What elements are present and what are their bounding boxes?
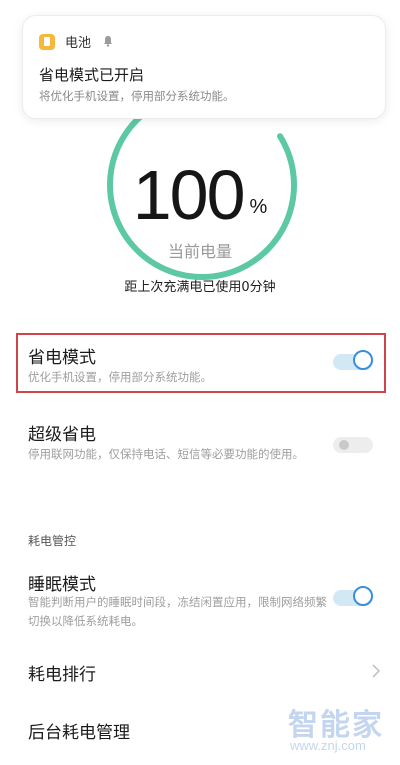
watermark: 智能家 www.znj.com bbox=[288, 700, 396, 762]
sleep-mode-toggle[interactable] bbox=[333, 586, 377, 608]
power-saving-description: 优化手机设置，停用部分系统功能。 bbox=[28, 370, 212, 384]
super-power-saving-row[interactable]: 超级省电 停用联网功能，仅保持电话、短信等必要功能的使用。 bbox=[0, 418, 400, 478]
super-power-saving-title: 超级省电 bbox=[28, 425, 96, 445]
power-ranking-title: 耗电排行 bbox=[28, 665, 96, 685]
battery-app-icon bbox=[39, 34, 55, 50]
battery-settings-screen: 100% 当前电量 距上次充满电已使用0分钟 电池 省电模式已开启 将优化手机设… bbox=[0, 0, 400, 765]
watermark-url: www.znj.com bbox=[290, 738, 366, 753]
bell-icon bbox=[104, 36, 112, 47]
power-saving-title: 省电模式 bbox=[28, 348, 96, 368]
power-saving-notification[interactable]: 电池 省电模式已开启 将优化手机设置，停用部分系统功能。 bbox=[22, 15, 386, 119]
toggle-knob bbox=[353, 586, 373, 606]
since-full-charge-text: 距上次充满电已使用0分钟 bbox=[124, 280, 276, 295]
background-power-title: 后台耗电管理 bbox=[28, 723, 130, 743]
power-saving-toggle[interactable] bbox=[333, 350, 377, 372]
power-control-section-header: 耗电管控 bbox=[28, 534, 77, 548]
toggle-knob bbox=[353, 350, 373, 370]
current-level-label: 当前电量 bbox=[167, 242, 232, 261]
power-ranking-row[interactable]: 耗电排行 bbox=[0, 650, 400, 694]
toggle-knob bbox=[339, 440, 349, 450]
sleep-mode-title: 睡眠模式 bbox=[28, 575, 96, 595]
super-power-saving-toggle[interactable] bbox=[333, 433, 377, 455]
chevron-right-icon bbox=[372, 664, 380, 678]
sleep-mode-description: 智能判断用户的睡眠时间段，冻结闲置应用，限制网络频繁切换以降低系统耗电。 bbox=[28, 595, 327, 628]
notification-title: 省电模式已开启 bbox=[39, 66, 145, 84]
notification-body: 将优化手机设置，停用部分系统功能。 bbox=[39, 89, 235, 103]
battery-percent-value: 100 bbox=[132, 156, 246, 234]
battery-percent-unit: % bbox=[249, 196, 268, 218]
battery-percent: 100% bbox=[0, 160, 400, 230]
sleep-mode-row[interactable]: 睡眠模式 智能判断用户的睡眠时间段，冻结闲置应用，限制网络频繁切换以降低系统耗电… bbox=[0, 568, 400, 628]
super-power-saving-description: 停用联网功能，仅保持电话、短信等必要功能的使用。 bbox=[28, 447, 304, 461]
power-saving-row[interactable]: 省电模式 优化手机设置，停用部分系统功能。 bbox=[0, 333, 400, 393]
notification-app-name: 电池 bbox=[65, 36, 92, 51]
